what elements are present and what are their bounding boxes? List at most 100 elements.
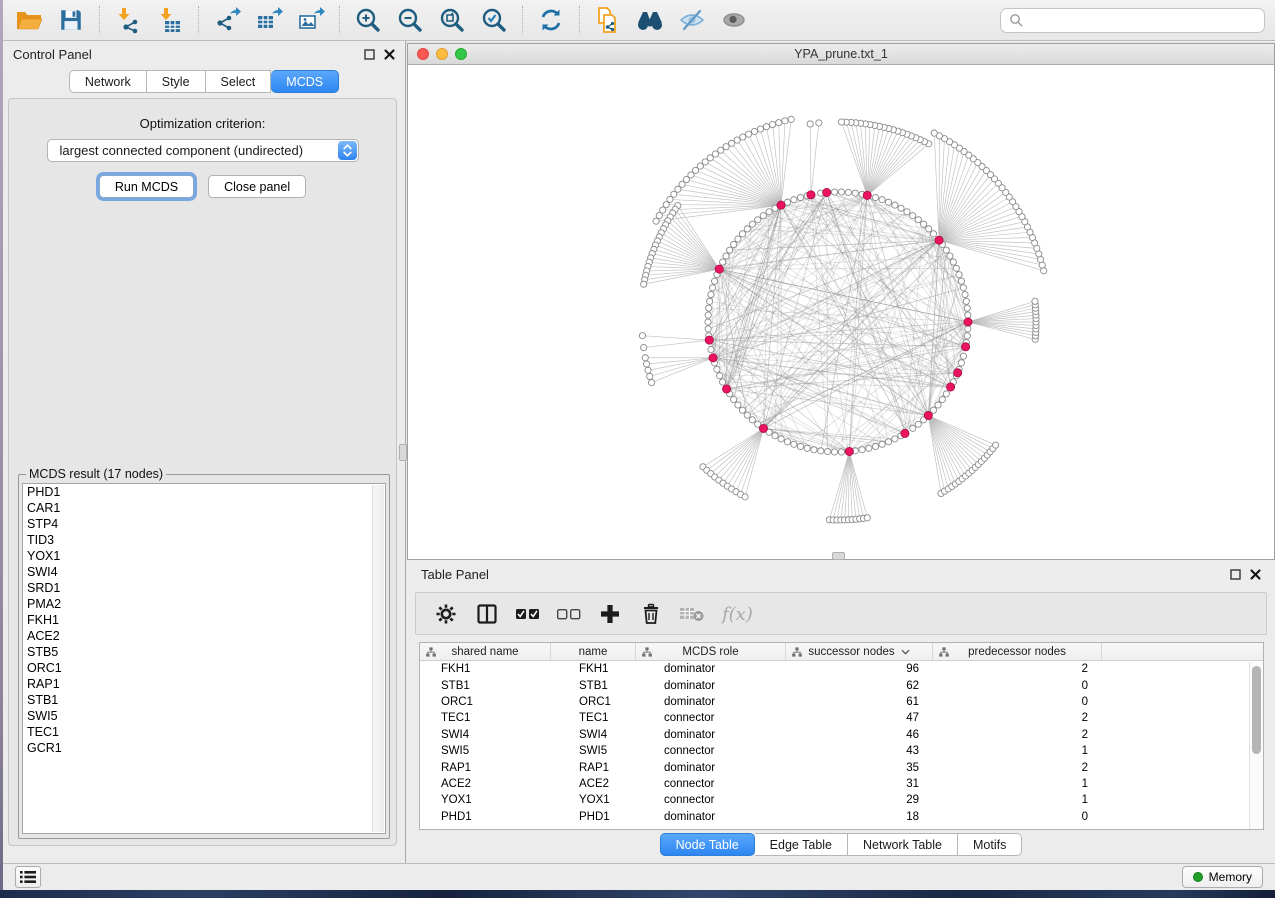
export-network-button[interactable]	[210, 4, 244, 36]
mcds-result-item[interactable]: STB5	[23, 644, 385, 660]
close-window-button[interactable]	[417, 48, 429, 60]
tab-edge-table[interactable]: Edge Table	[755, 833, 848, 856]
tab-network[interactable]: Network	[69, 70, 147, 93]
close-panel-icon[interactable]	[384, 49, 395, 60]
tab-node-table[interactable]: Node Table	[660, 833, 755, 856]
table-cell: 29	[786, 794, 933, 806]
zoom-fit-button[interactable]	[435, 4, 469, 36]
zoom-selected-button[interactable]	[477, 4, 511, 36]
tab-select[interactable]: Select	[206, 70, 272, 93]
mcds-result-list[interactable]: PHD1CAR1STP4TID3YOX1SWI4SRD1PMA2FKH1ACE2…	[22, 483, 386, 834]
save-session-button[interactable]	[54, 4, 88, 36]
mcds-result-item[interactable]: ORC1	[23, 660, 385, 676]
tab-network-table[interactable]: Network Table	[848, 833, 958, 856]
table-row[interactable]: ORC1ORC1dominator610	[420, 694, 1263, 710]
table-cell: 96	[786, 663, 933, 675]
mcds-result-item[interactable]: STB1	[23, 692, 385, 708]
column-header-predecessor-nodes[interactable]: predecessor nodes	[933, 643, 1102, 660]
deselect-all-button[interactable]	[555, 600, 583, 628]
mcds-result-item[interactable]: TEC1	[23, 724, 385, 740]
delete-column-button[interactable]	[637, 600, 665, 628]
search-input[interactable]	[1024, 13, 1256, 27]
table-row[interactable]: TEC1TEC1connector472	[420, 710, 1263, 726]
search-box[interactable]	[1000, 8, 1265, 33]
maximize-window-button[interactable]	[455, 48, 467, 60]
run-mcds-button[interactable]: Run MCDS	[99, 175, 194, 198]
float-panel-icon[interactable]	[1230, 569, 1241, 580]
node-table[interactable]: shared name name MCDS role successor nodes p…	[419, 642, 1264, 830]
leaf-nodes[interactable]	[639, 116, 1046, 523]
mcds-result-item[interactable]: SWI4	[23, 564, 385, 580]
mcds-result-item[interactable]: PHD1	[23, 484, 385, 500]
minimize-window-button[interactable]	[436, 48, 448, 60]
close-panel-icon[interactable]	[1250, 569, 1261, 580]
select-all-button[interactable]	[514, 600, 542, 628]
column-header-successor-nodes[interactable]: successor nodes	[786, 643, 933, 660]
zoom-out-button[interactable]	[393, 4, 427, 36]
add-column-button[interactable]	[596, 600, 624, 628]
delete-table-button[interactable]	[678, 600, 706, 628]
table-row[interactable]: STB1STB1dominator620	[420, 677, 1263, 693]
list-scrollbar[interactable]	[372, 485, 384, 832]
column-header-mcds-role[interactable]: MCDS role	[636, 643, 786, 660]
column-label: name	[579, 646, 608, 658]
network-window: YPA_prune.txt_1	[407, 43, 1275, 560]
table-row[interactable]: YOX1YOX1connector291	[420, 792, 1263, 808]
show-columns-button[interactable]	[473, 600, 501, 628]
hide-selected-button[interactable]	[675, 4, 709, 36]
memory-button[interactable]: Memory	[1182, 866, 1263, 888]
mcds-result-item[interactable]: STP4	[23, 516, 385, 532]
export-table-button[interactable]	[252, 4, 286, 36]
table-scrollbar[interactable]	[1249, 662, 1263, 829]
table-settings-button[interactable]	[432, 600, 460, 628]
show-all-button[interactable]	[717, 4, 751, 36]
mcds-result-item[interactable]: ACE2	[23, 628, 385, 644]
table-row[interactable]: RAP1RAP1dominator352	[420, 759, 1263, 775]
task-history-button[interactable]	[15, 866, 41, 888]
import-table-button[interactable]	[153, 4, 187, 36]
network-canvas[interactable]	[408, 65, 1274, 559]
table-cell: SWI4	[420, 729, 551, 741]
column-header-name[interactable]: name	[551, 643, 636, 660]
table-cell: connector	[636, 794, 786, 806]
apply-layout-button[interactable]	[534, 4, 568, 36]
table-row[interactable]: FKH1FKH1dominator962	[420, 661, 1263, 677]
mcds-result-item[interactable]: SWI5	[23, 708, 385, 724]
tab-mcds[interactable]: MCDS	[271, 70, 339, 93]
desktop-wallpaper-bottom	[0, 890, 1275, 898]
horizontal-splitter-handle[interactable]	[832, 552, 845, 560]
table-row[interactable]: SWI4SWI4dominator462	[420, 727, 1263, 743]
tab-style[interactable]: Style	[147, 70, 206, 93]
list-icon	[20, 870, 36, 884]
function-builder-button[interactable]: f(x)	[719, 600, 761, 628]
mcds-result-item[interactable]: PMA2	[23, 596, 385, 612]
mcds-result-item[interactable]: YOX1	[23, 548, 385, 564]
mcds-result-item[interactable]: GCR1	[23, 740, 385, 756]
table-row[interactable]: SWI5SWI5connector431	[420, 743, 1263, 759]
float-panel-icon[interactable]	[364, 49, 375, 60]
close-panel-button[interactable]: Close panel	[208, 175, 306, 198]
mcds-result-item[interactable]: CAR1	[23, 500, 385, 516]
column-label: successor nodes	[808, 646, 894, 658]
scrollbar-thumb[interactable]	[1252, 666, 1261, 754]
table-row[interactable]: ACE2ACE2connector311	[420, 776, 1263, 792]
zoom-selected-icon	[480, 6, 508, 34]
criterion-select[interactable]: largest connected component (undirected)	[47, 139, 359, 162]
copy-network-button[interactable]	[591, 4, 625, 36]
mcds-result-item[interactable]: RAP1	[23, 676, 385, 692]
mcds-result-item[interactable]: TID3	[23, 532, 385, 548]
vertical-splitter-handle[interactable]	[399, 444, 407, 461]
mcds-result-item[interactable]: SRD1	[23, 580, 385, 596]
open-session-button[interactable]	[12, 4, 46, 36]
zoom-in-button[interactable]	[351, 4, 385, 36]
mcds-result-item[interactable]: FKH1	[23, 612, 385, 628]
export-image-button[interactable]	[294, 4, 328, 36]
toolbar-separator	[339, 6, 340, 34]
import-network-button[interactable]	[111, 4, 145, 36]
first-neighbors-button[interactable]	[633, 4, 667, 36]
zoom-fit-icon	[438, 6, 466, 34]
table-row[interactable]: PHD1PHD1dominator180	[420, 809, 1263, 825]
network-window-titlebar[interactable]: YPA_prune.txt_1	[408, 44, 1274, 65]
column-header-shared-name[interactable]: shared name	[420, 643, 551, 660]
tab-motifs[interactable]: Motifs	[958, 833, 1022, 856]
